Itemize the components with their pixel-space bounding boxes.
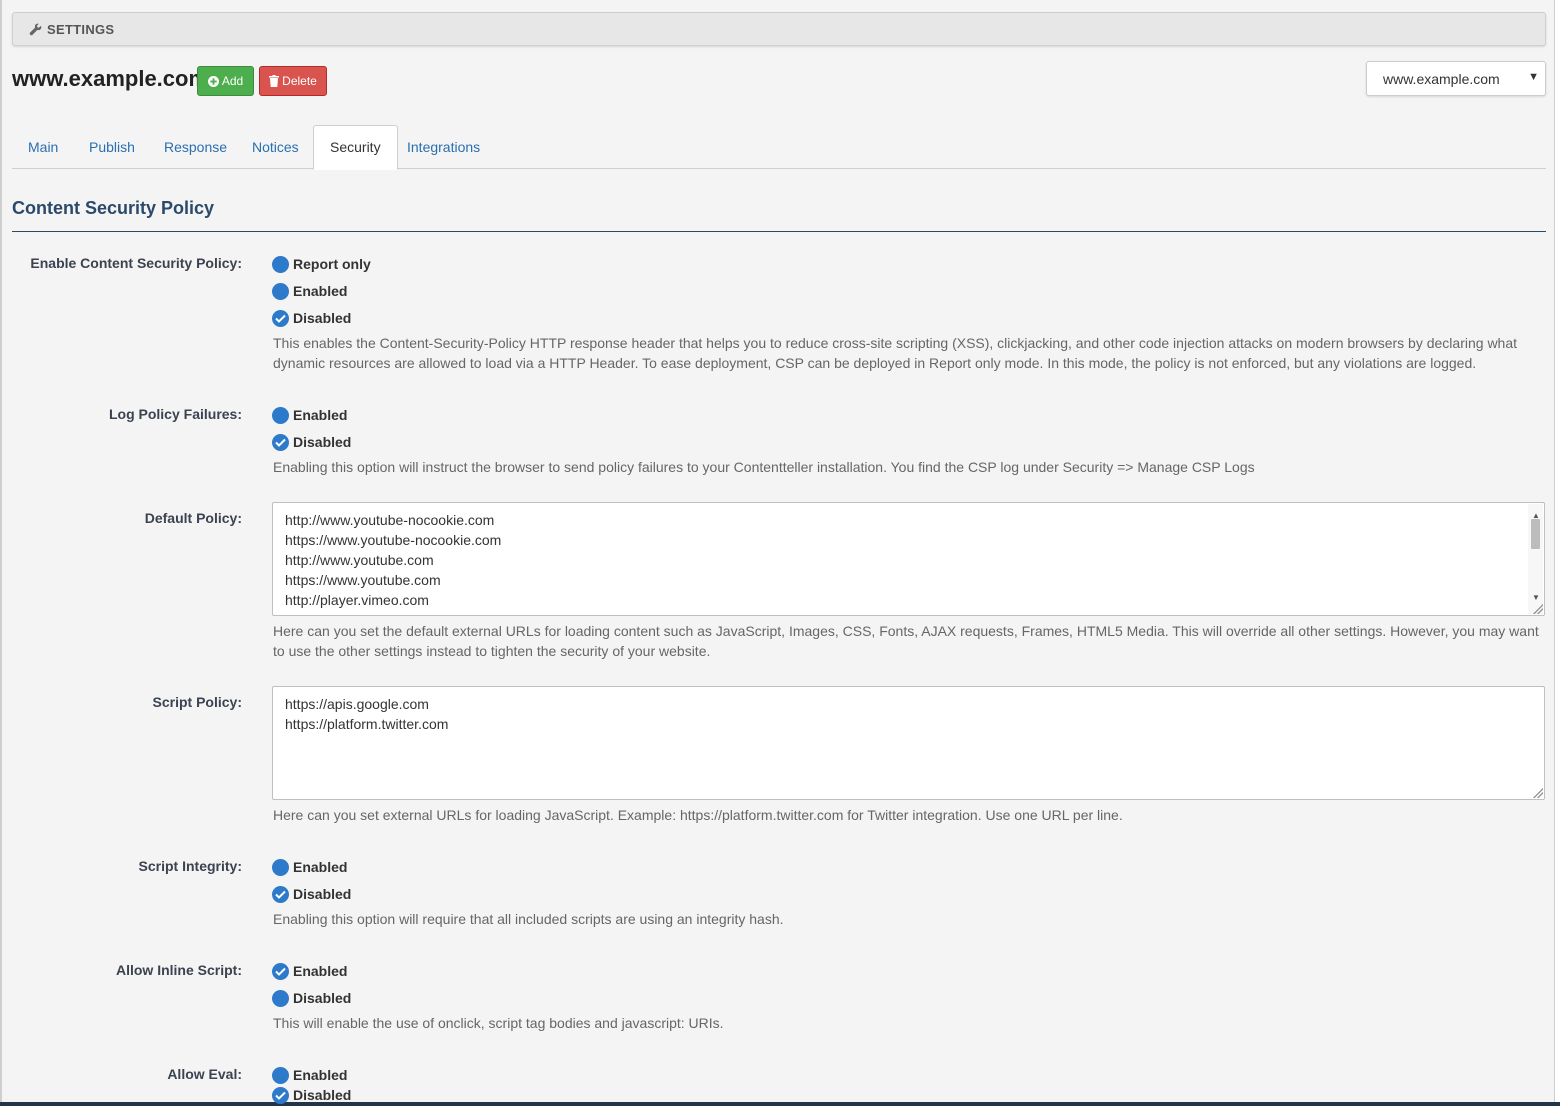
radio-dot-icon bbox=[272, 989, 289, 1007]
window-left-border bbox=[0, 0, 2, 1106]
csp-label: Enable Content Security Policy: bbox=[30, 255, 242, 271]
radio-dot-icon bbox=[272, 282, 289, 300]
csp-radio-disabled[interactable]: Disabled bbox=[272, 308, 351, 328]
tab-main[interactable]: Main bbox=[12, 125, 74, 169]
radio-checked-icon bbox=[272, 433, 289, 451]
script-integrity-label: Script Integrity: bbox=[138, 858, 242, 874]
add-button[interactable]: Add bbox=[197, 66, 254, 96]
log-option-label: Disabled bbox=[293, 434, 352, 450]
tab-security[interactable]: Security bbox=[313, 125, 398, 170]
radio-checked-icon bbox=[272, 309, 289, 327]
csp-option-label: Enabled bbox=[293, 283, 348, 299]
resize-grip-icon[interactable] bbox=[1533, 788, 1543, 798]
radio-checked-icon bbox=[272, 1086, 289, 1104]
log-label: Log Policy Failures: bbox=[108, 406, 242, 422]
radio-checked-icon bbox=[272, 885, 289, 903]
site-title: www.example.com bbox=[12, 66, 209, 91]
tab-response[interactable]: Response bbox=[148, 125, 243, 169]
inline-script-option-label: Disabled bbox=[293, 990, 352, 1006]
csp-option-label: Disabled bbox=[293, 310, 352, 326]
csp-help-text: This enables the Content-Security-Policy… bbox=[273, 335, 1518, 371]
eval-label: Allow Eval: bbox=[167, 1066, 242, 1082]
radio-dot-icon bbox=[272, 406, 289, 424]
tab-integrations[interactable]: Integrations bbox=[391, 125, 496, 169]
add-button-label: Add bbox=[221, 74, 244, 88]
settings-tabs: Main Publish Response Notices Security I… bbox=[12, 125, 1546, 170]
radio-checked-icon bbox=[272, 962, 289, 980]
delete-button-label: Delete bbox=[282, 74, 317, 88]
window-right-border bbox=[1554, 0, 1560, 1106]
radio-dot-icon bbox=[272, 858, 289, 876]
inline-script-radio-enabled[interactable]: Enabled bbox=[272, 961, 347, 981]
textarea-scrollbar[interactable]: ▲ ▼ bbox=[1528, 504, 1543, 614]
log-help-text: Enabling this option will instruct the b… bbox=[273, 459, 1255, 475]
plus-circle-icon bbox=[207, 75, 219, 87]
settings-header: SETTINGS bbox=[12, 12, 1546, 46]
wrench-icon bbox=[29, 23, 42, 35]
inline-script-help-text: This will enable the use of onclick, scr… bbox=[273, 1015, 724, 1031]
eval-option-label: Disabled bbox=[293, 1087, 352, 1103]
default-policy-help-text: Here can you set the default external UR… bbox=[273, 623, 1539, 659]
default-policy-label: Default Policy: bbox=[144, 510, 242, 526]
inline-script-label: Allow Inline Script: bbox=[115, 962, 242, 978]
section-title: Content Security Policy bbox=[12, 192, 1546, 232]
csp-option-label: Report only bbox=[293, 256, 371, 272]
script-integrity-help-text: Enabling this option will require that a… bbox=[273, 911, 784, 927]
scroll-thumb[interactable] bbox=[1531, 519, 1540, 549]
inline-script-radio-disabled[interactable]: Disabled bbox=[272, 988, 351, 1008]
settings-label: SETTINGS bbox=[47, 21, 115, 37]
policy-line: https://platform.twitter.com bbox=[285, 716, 449, 732]
log-option-label: Enabled bbox=[293, 407, 348, 423]
policy-line: https://www.youtube-nocookie.com bbox=[285, 532, 502, 548]
site-select[interactable]: www.example.com ▼ bbox=[1366, 61, 1546, 96]
inline-script-option-label: Enabled bbox=[293, 963, 348, 979]
policy-line: http://player.vimeo.com bbox=[285, 592, 429, 608]
radio-dot-icon bbox=[272, 255, 289, 273]
script-policy-label: Script Policy: bbox=[152, 694, 242, 710]
default-policy-textarea[interactable]: http://www.youtube-nocookie.com https://… bbox=[272, 502, 1545, 616]
policy-line: http://www.youtube.com bbox=[285, 552, 434, 568]
delete-button[interactable]: Delete bbox=[259, 66, 327, 96]
trash-icon bbox=[269, 75, 280, 87]
eval-radio-enabled[interactable]: Enabled bbox=[272, 1065, 347, 1085]
log-radio-disabled[interactable]: Disabled bbox=[272, 432, 351, 452]
policy-line: https://apis.google.com bbox=[285, 696, 429, 712]
policy-line: https://www.youtube.com bbox=[285, 572, 441, 588]
tab-notices[interactable]: Notices bbox=[236, 125, 315, 169]
policy-line: http://www.youtube-nocookie.com bbox=[285, 512, 495, 528]
eval-option-label: Enabled bbox=[293, 1067, 348, 1083]
eval-radio-disabled[interactable]: Disabled bbox=[272, 1085, 351, 1105]
tab-publish[interactable]: Publish bbox=[73, 125, 151, 169]
script-integrity-radio-enabled[interactable]: Enabled bbox=[272, 857, 347, 877]
script-integrity-option-label: Disabled bbox=[293, 886, 352, 902]
csp-radio-enabled[interactable]: Enabled bbox=[272, 281, 347, 301]
script-integrity-radio-disabled[interactable]: Disabled bbox=[272, 884, 351, 904]
script-policy-help-text: Here can you set external URLs for loadi… bbox=[273, 807, 1123, 823]
csp-radio-report-only[interactable]: Report only bbox=[272, 254, 371, 274]
script-policy-textarea[interactable]: https://apis.google.com https://platform… bbox=[272, 686, 1545, 800]
window-bottom-bar bbox=[0, 1102, 1560, 1106]
resize-grip-icon[interactable] bbox=[1533, 604, 1543, 614]
site-select-value: www.example.com bbox=[1383, 70, 1500, 87]
log-radio-enabled[interactable]: Enabled bbox=[272, 405, 347, 425]
caret-down-icon: ▼ bbox=[1528, 71, 1539, 83]
radio-dot-icon bbox=[272, 1066, 289, 1084]
script-integrity-option-label: Enabled bbox=[293, 859, 348, 875]
